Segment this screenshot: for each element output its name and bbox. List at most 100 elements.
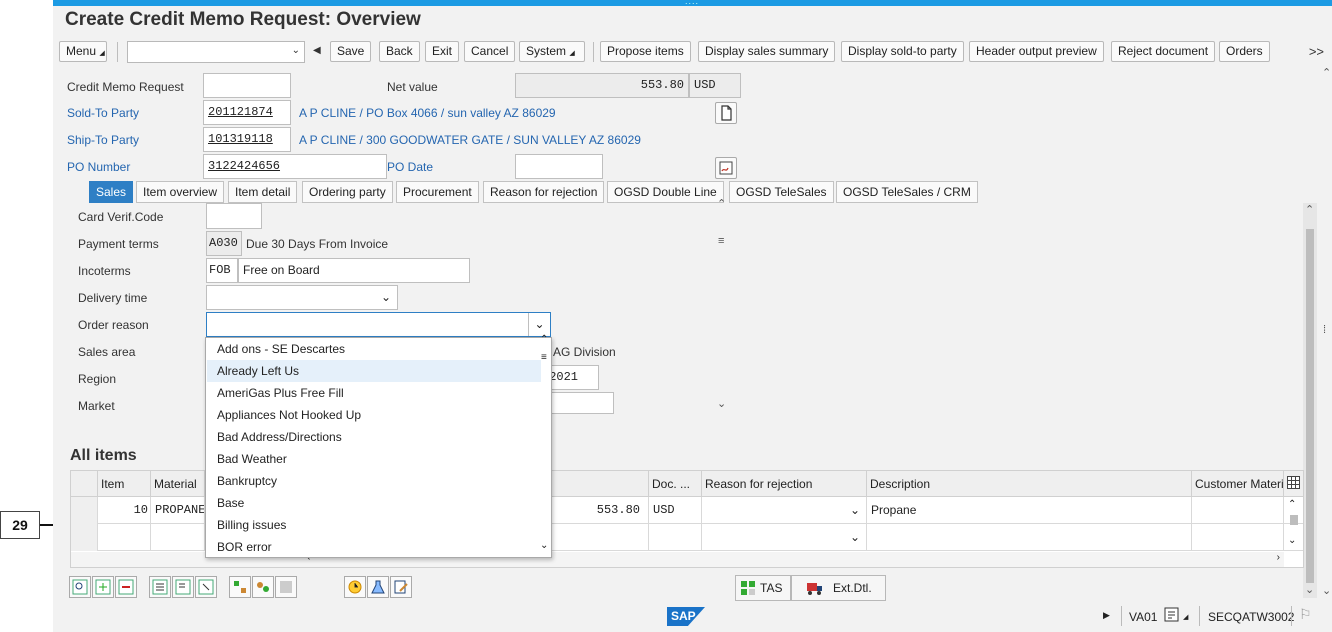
deselect-all-icon[interactable] <box>172 576 194 598</box>
tab-ordering-party[interactable]: Ordering party <box>302 181 393 203</box>
dropdown-corner-icon[interactable]: ◢ <box>1183 613 1188 621</box>
orders-button[interactable]: Orders <box>1219 41 1270 62</box>
collapse-arrow-icon[interactable]: ◀ <box>313 45 321 56</box>
ext-dtl-button[interactable]: Ext.Dtl. <box>791 575 886 601</box>
scroll-thumb-icon[interactable]: ⁞ <box>1323 324 1326 336</box>
scroll-right-icon[interactable]: › <box>1277 552 1280 563</box>
delivery-time-select[interactable]: ⌄ <box>206 285 398 310</box>
cancel-button[interactable]: Cancel <box>464 41 516 62</box>
tab-sales[interactable]: Sales <box>89 181 134 203</box>
expand-status-icon[interactable]: ▶ <box>1103 610 1110 621</box>
details-icon[interactable] <box>69 576 91 598</box>
card-verif-field[interactable] <box>206 203 262 229</box>
tab-ogsd-telesales-crm[interactable]: OGSD TeleSales / CRM <box>836 181 978 203</box>
option-already-left-us[interactable]: Already Left Us <box>207 360 541 382</box>
row-selector[interactable] <box>71 497 98 524</box>
scroll-down-icon[interactable]: ⌄ <box>717 397 726 410</box>
cell-currency[interactable]: USD <box>649 497 702 524</box>
cell-item[interactable]: 10 <box>98 497 151 524</box>
row-selector[interactable] <box>71 524 98 551</box>
column-reason[interactable]: Reason for rejection <box>702 471 867 497</box>
scroll-thumb-icon[interactable]: ≡ <box>718 235 724 247</box>
scroll-down-icon[interactable]: ⌄ <box>540 540 548 551</box>
page-scrollbar[interactable]: ⌃ ⌄ <box>1303 203 1317 598</box>
propose-items-button[interactable]: Propose items <box>600 41 691 62</box>
display-sold-to-button[interactable]: Display sold-to party <box>841 41 964 62</box>
insert-row-icon[interactable] <box>92 576 114 598</box>
cell-material[interactable] <box>151 524 205 551</box>
incoterms-code-field[interactable]: FOB <box>206 258 238 283</box>
schedule-icon[interactable] <box>344 576 366 598</box>
scroll-thumb-icon[interactable]: ≡ <box>541 352 547 363</box>
reject-document-button[interactable]: Reject document <box>1111 41 1216 62</box>
option-bad-address[interactable]: Bad Address/Directions <box>207 426 541 448</box>
cell-material[interactable]: PROPANE <box>151 497 205 524</box>
panel-scrollbar[interactable]: ⌃ ≡ ⌄ <box>715 198 729 413</box>
scroll-up-icon[interactable]: ⌃ <box>1305 203 1314 216</box>
option-bankruptcy[interactable]: Bankruptcy <box>207 470 541 492</box>
cell-reason-select[interactable]: ⌄ <box>702 497 867 524</box>
incoterms-desc-field[interactable]: Free on Board <box>238 258 470 283</box>
configuration-icon[interactable] <box>229 576 251 598</box>
po-date-label[interactable]: PO Date <box>387 160 433 174</box>
sold-to-label[interactable]: Sold-To Party <box>67 106 139 120</box>
flag-icon[interactable]: ⚐ <box>1299 606 1312 623</box>
option-bor-error[interactable]: BOR error <box>207 536 541 558</box>
ship-to-field[interactable]: 101319118 <box>203 127 291 152</box>
option-appliances-not-hooked-up[interactable]: Appliances Not Hooked Up <box>207 404 541 426</box>
system-button[interactable]: System ◢ <box>519 41 585 62</box>
save-button[interactable]: Save <box>330 41 372 62</box>
dropdown-scrollbar[interactable]: ⌃ ≡ ⌄ <box>539 334 551 557</box>
tas-button[interactable]: TAS <box>735 575 791 601</box>
cell-customer-material[interactable] <box>1192 497 1284 524</box>
table-scroll-thumb[interactable] <box>1290 515 1298 525</box>
option-base[interactable]: Base <box>207 492 541 514</box>
column-description[interactable]: Description <box>867 471 1192 497</box>
option-add-ons[interactable]: Add ons - SE Descartes <box>207 338 541 360</box>
scroll-thumb[interactable] <box>1306 229 1314 583</box>
select-block-icon[interactable] <box>195 576 217 598</box>
scroll-down-icon[interactable]: ⌄ <box>1305 583 1314 596</box>
more-icon[interactable]: >> <box>1309 44 1324 59</box>
edit-note-icon[interactable] <box>390 576 412 598</box>
header-output-preview-button[interactable]: Header output preview <box>969 41 1104 62</box>
column-customer-material[interactable]: Customer Materi... <box>1192 471 1284 497</box>
column-doc[interactable]: Doc. ... <box>649 471 702 497</box>
order-reason-select[interactable]: ⌄ <box>206 312 551 337</box>
scroll-up-icon[interactable]: ⌃ <box>1322 66 1331 79</box>
column-item[interactable]: Item <box>98 471 151 497</box>
session-icon[interactable] <box>1163 606 1181 627</box>
menu-button[interactable]: Menu ◢ <box>59 41 107 62</box>
document-icon[interactable] <box>715 102 737 124</box>
credit-memo-field[interactable] <box>203 73 291 98</box>
delete-row-icon[interactable] <box>115 576 137 598</box>
cell-reason-select[interactable]: ⌄ <box>702 524 867 551</box>
display-sales-summary-button[interactable]: Display sales summary <box>698 41 836 62</box>
option-billing-issues[interactable]: Billing issues <box>207 514 541 536</box>
table-settings-icon[interactable] <box>1287 476 1300 492</box>
cell-customer-material[interactable] <box>1192 524 1284 551</box>
po-date-field[interactable] <box>515 154 603 179</box>
chevron-down-icon[interactable]: ⌄ <box>528 313 550 336</box>
signature-icon[interactable] <box>715 157 737 179</box>
tab-ogsd-double-line[interactable]: OGSD Double Line <box>607 181 724 203</box>
tab-item-detail[interactable]: Item detail <box>228 181 298 203</box>
window-scrollbar[interactable]: ⌃ ⁞ ⌄ <box>1319 66 1332 606</box>
tab-procurement[interactable]: Procurement <box>396 181 479 203</box>
option-bad-weather[interactable]: Bad Weather <box>207 448 541 470</box>
scroll-down-icon[interactable]: ⌄ <box>1288 535 1296 546</box>
grip-icon[interactable]: .... <box>685 0 699 6</box>
command-field[interactable]: ⌄ <box>127 41 305 63</box>
sold-to-field[interactable]: 201121874 <box>203 100 291 125</box>
cell-item[interactable] <box>98 524 151 551</box>
po-number-label[interactable]: PO Number <box>67 160 130 174</box>
row-selector-header[interactable] <box>71 471 98 497</box>
option-amerigas-plus[interactable]: AmeriGas Plus Free Fill <box>207 382 541 404</box>
column-material[interactable]: Material <box>151 471 205 497</box>
scroll-up-icon[interactable]: ⌃ <box>717 197 726 210</box>
cell-currency[interactable] <box>649 524 702 551</box>
po-number-field[interactable]: 3122424656 <box>203 154 387 179</box>
scroll-down-icon[interactable]: ⌄ <box>1322 584 1331 597</box>
availability-icon[interactable] <box>275 576 297 598</box>
exit-button[interactable]: Exit <box>425 41 460 62</box>
